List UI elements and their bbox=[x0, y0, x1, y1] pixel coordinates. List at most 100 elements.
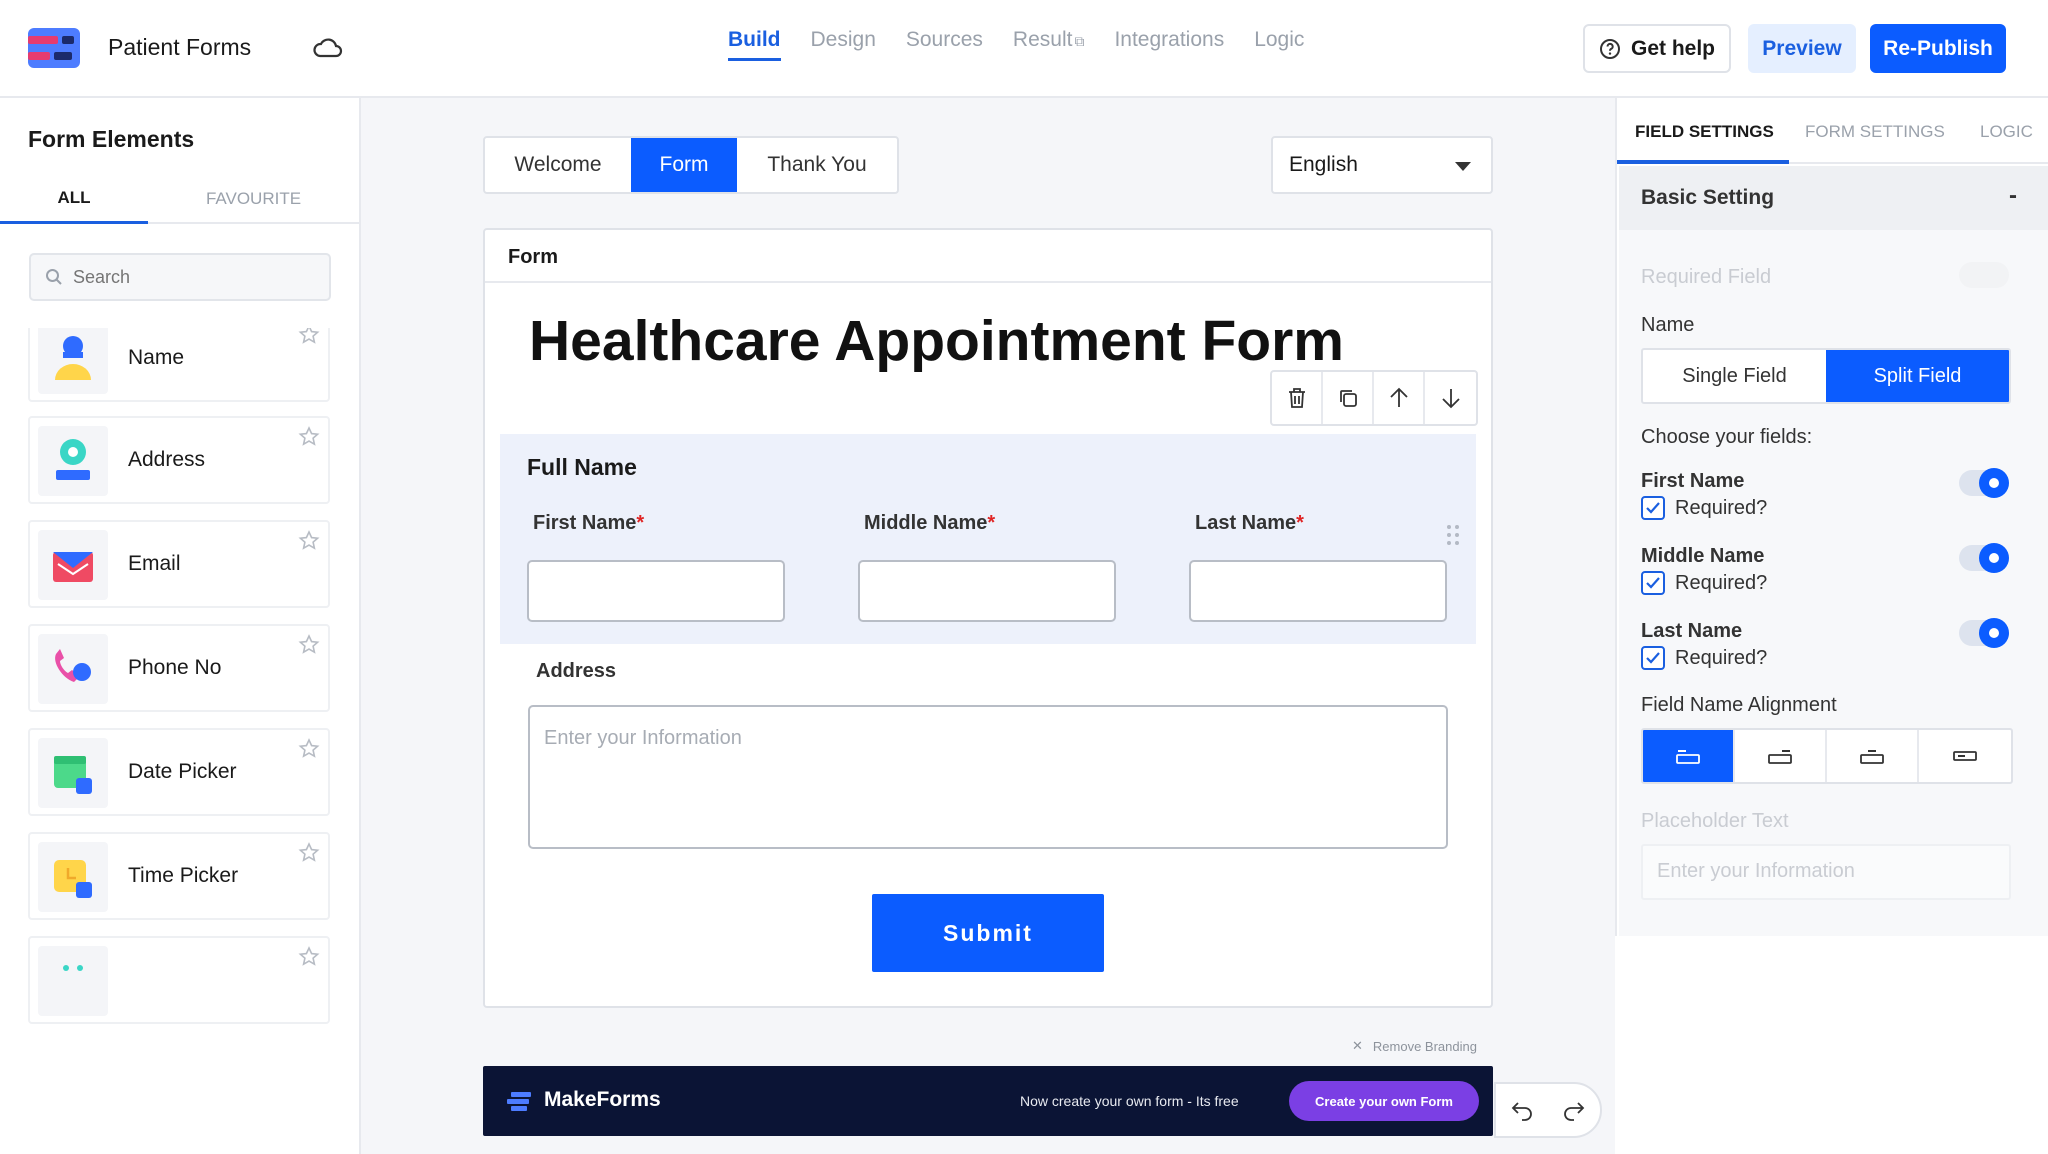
star-icon[interactable] bbox=[298, 530, 320, 552]
last-name-toggle[interactable] bbox=[1959, 618, 2009, 648]
first-name-toggle[interactable] bbox=[1959, 468, 2009, 498]
create-form-button[interactable]: Create your own Form bbox=[1289, 1081, 1479, 1121]
cloud-save-icon[interactable] bbox=[312, 34, 344, 64]
star-icon[interactable] bbox=[298, 328, 320, 346]
settings-tabs: FIELD SETTINGS FORM SETTINGS LOGIC bbox=[1617, 98, 2048, 164]
star-icon[interactable] bbox=[298, 426, 320, 448]
element-search[interactable] bbox=[29, 253, 331, 301]
star-icon[interactable] bbox=[298, 946, 320, 968]
name-mode-label: Name bbox=[1641, 314, 1695, 336]
align-top-center-option[interactable] bbox=[1827, 730, 1919, 782]
star-icon[interactable] bbox=[298, 738, 320, 760]
address-textarea[interactable]: Enter your Information bbox=[528, 705, 1448, 849]
align-inline-option[interactable] bbox=[1919, 730, 2011, 782]
placeholder-text-input[interactable]: Enter your Information bbox=[1641, 844, 2011, 900]
full-name-section[interactable]: Full Name First Name* Middle Name* Last … bbox=[500, 434, 1476, 644]
delete-field-button[interactable] bbox=[1272, 372, 1324, 424]
element-item-time-picker[interactable]: Time Picker bbox=[28, 832, 330, 920]
address-label: Address bbox=[536, 660, 617, 682]
nav-tab-sources[interactable]: Sources bbox=[906, 28, 983, 61]
form-elements-title: Form Elements bbox=[28, 126, 195, 152]
get-help-label: Get help bbox=[1630, 36, 1715, 60]
step-tab-welcome[interactable]: Welcome bbox=[485, 138, 631, 192]
middle-name-toggle[interactable] bbox=[1959, 543, 2009, 573]
element-item-phone[interactable]: Phone No bbox=[28, 624, 330, 712]
republish-button[interactable]: Re-Publish bbox=[1870, 24, 2006, 73]
app-title[interactable]: Patient Forms bbox=[108, 34, 251, 61]
tab-logic[interactable]: LOGIC bbox=[1980, 122, 2033, 142]
star-icon[interactable] bbox=[298, 634, 320, 656]
duplicate-field-button[interactable] bbox=[1323, 372, 1375, 424]
element-label: Date Picker bbox=[128, 760, 237, 783]
elements-list: Name Address Email Phone No Date Picker … bbox=[28, 328, 332, 1063]
chevron-down-icon bbox=[1455, 162, 1471, 171]
search-icon bbox=[46, 269, 62, 285]
star-icon[interactable] bbox=[298, 842, 320, 864]
submit-button[interactable]: Submit bbox=[872, 894, 1104, 972]
middle-name-required[interactable]: Required? bbox=[1641, 571, 1767, 595]
tab-form-settings[interactable]: FORM SETTINGS bbox=[1805, 122, 1945, 142]
middle-name-setting: Middle Name bbox=[1641, 545, 1765, 567]
step-tab-form[interactable]: Form bbox=[631, 138, 737, 192]
required-field-toggle bbox=[1959, 262, 2009, 288]
checkbox-checked-icon[interactable] bbox=[1641, 496, 1665, 520]
get-help-button[interactable]: Get help bbox=[1583, 24, 1731, 73]
language-value: English bbox=[1289, 153, 1358, 176]
element-label: Email bbox=[128, 552, 181, 575]
location-icon bbox=[38, 426, 108, 496]
element-item-partial[interactable] bbox=[28, 936, 330, 1024]
envelope-icon bbox=[38, 530, 108, 600]
nav-tab-design[interactable]: Design bbox=[811, 28, 876, 61]
first-name-input[interactable] bbox=[527, 560, 785, 622]
language-select[interactable]: English bbox=[1271, 136, 1493, 194]
app-logo-icon[interactable] bbox=[28, 28, 80, 68]
element-item-email[interactable]: Email bbox=[28, 520, 330, 608]
tab-favourite[interactable]: FAVOURITE bbox=[148, 174, 359, 224]
align-top-left-option[interactable] bbox=[1643, 730, 1735, 782]
nav-tab-result[interactable]: Result ⧉ bbox=[1013, 28, 1085, 61]
element-item-address[interactable]: Address bbox=[28, 416, 330, 504]
remove-branding[interactable]: ✕ Remove Branding bbox=[1352, 1038, 1477, 1054]
move-down-button[interactable] bbox=[1425, 372, 1476, 424]
align-top-center-icon bbox=[1860, 750, 1884, 764]
checkbox-checked-icon[interactable] bbox=[1641, 571, 1665, 595]
basic-setting-header[interactable]: Basic Setting - bbox=[1619, 166, 2048, 230]
top-bar: Patient Forms Build Design Sources Resul… bbox=[0, 0, 2048, 98]
step-tab-thank-you[interactable]: Thank You bbox=[737, 138, 897, 192]
split-field-option[interactable]: Split Field bbox=[1826, 350, 2009, 402]
element-item-date-picker[interactable]: Date Picker bbox=[28, 728, 330, 816]
choose-fields-label: Choose your fields: bbox=[1641, 426, 1813, 448]
nav-tab-integrations[interactable]: Integrations bbox=[1114, 28, 1224, 61]
settings-panel: FIELD SETTINGS FORM SETTINGS LOGIC Basic… bbox=[1615, 98, 2048, 936]
last-name-required[interactable]: Required? bbox=[1641, 646, 1767, 670]
last-name-label: Last Name* bbox=[1195, 512, 1304, 534]
tab-all[interactable]: ALL bbox=[0, 174, 148, 224]
name-mode-segmented: Single Field Split Field bbox=[1641, 348, 2011, 404]
placeholder-text-label: Placeholder Text bbox=[1641, 810, 1789, 832]
redo-icon[interactable] bbox=[1562, 1099, 1586, 1121]
align-top-right-option[interactable] bbox=[1735, 730, 1827, 782]
last-name-input[interactable] bbox=[1189, 560, 1447, 622]
single-field-option[interactable]: Single Field bbox=[1643, 350, 1826, 402]
move-up-button[interactable] bbox=[1374, 372, 1426, 424]
drag-handle-icon[interactable] bbox=[1446, 524, 1460, 546]
search-input[interactable] bbox=[73, 266, 313, 288]
element-item-name[interactable]: Name bbox=[28, 328, 330, 402]
checkbox-checked-icon[interactable] bbox=[1641, 646, 1665, 670]
preview-button[interactable]: Preview bbox=[1748, 24, 1856, 73]
first-name-required[interactable]: Required? bbox=[1641, 496, 1767, 520]
person-icon bbox=[38, 328, 108, 394]
field-toolbar bbox=[1270, 370, 1478, 426]
nav-tab-logic[interactable]: Logic bbox=[1254, 28, 1304, 61]
collapse-icon[interactable]: - bbox=[2009, 182, 2017, 210]
help-circle-icon bbox=[1599, 38, 1620, 59]
clock-icon bbox=[38, 842, 108, 912]
nav-tab-build[interactable]: Build bbox=[728, 28, 781, 61]
form-step-tabs: Welcome Form Thank You bbox=[483, 136, 899, 194]
tab-field-settings[interactable]: FIELD SETTINGS bbox=[1635, 122, 1774, 142]
element-label: Name bbox=[128, 346, 185, 369]
middle-name-input[interactable] bbox=[858, 560, 1116, 622]
undo-icon[interactable] bbox=[1510, 1099, 1534, 1121]
partial-icon bbox=[38, 946, 108, 1016]
form-title[interactable]: Healthcare Appointment Form bbox=[529, 308, 1344, 374]
